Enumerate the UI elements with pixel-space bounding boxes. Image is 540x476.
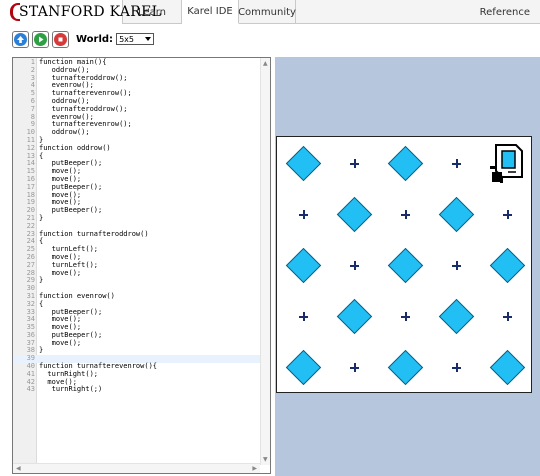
scroll-left-arrow-icon[interactable]: ◀: [16, 465, 21, 472]
world-cell: [482, 240, 533, 291]
tab-community[interactable]: Community: [238, 0, 296, 24]
corner-marker-icon: [401, 312, 410, 321]
code-text: function turnafteroddrow(): [39, 229, 149, 238]
corner-marker-icon: [350, 363, 359, 372]
corner-marker-icon: [503, 210, 512, 219]
up-button[interactable]: [12, 30, 29, 48]
play-icon: [34, 32, 47, 46]
beeper-icon: [285, 247, 322, 284]
scroll-right-arrow-icon[interactable]: ▶: [252, 465, 257, 472]
code-line[interactable]: 28 move();: [13, 268, 260, 278]
code-line[interactable]: 10 oddrow();: [13, 128, 260, 137]
code-text: move();: [39, 338, 82, 347]
tab-karel-ide[interactable]: Karel IDE: [182, 0, 239, 24]
code-text: oddrow();: [39, 128, 90, 137]
world-cell: [482, 342, 533, 393]
scroll-up-arrow-icon[interactable]: ▲: [263, 60, 268, 67]
beeper-icon: [336, 196, 373, 233]
beeper-icon: [438, 298, 475, 335]
reset-button[interactable]: [52, 30, 69, 48]
code-text: }: [39, 346, 44, 355]
code-line[interactable]: 23 function turnafteroddrow(): [13, 229, 260, 239]
code-lines[interactable]: 1 function main(){2 oddrow(); 3 turnaftero…: [13, 58, 260, 394]
beeper-icon: [387, 247, 424, 284]
world-cell: [482, 138, 533, 189]
corner-marker-icon: [452, 261, 461, 270]
code-line[interactable]: 12 function oddrow(): [13, 143, 260, 153]
world-cell: [329, 342, 380, 393]
top-navigation: STANFORD KAREL Learn Karel IDE Community…: [0, 0, 540, 24]
beeper-icon: [336, 298, 373, 335]
code-text: move();: [39, 268, 82, 277]
beeper-icon: [438, 196, 475, 233]
world-cell: [278, 240, 329, 291]
world-cell: [380, 189, 431, 240]
scroll-down-arrow-icon[interactable]: ▼: [263, 456, 268, 463]
horizontal-scrollbar[interactable]: ◀ ▶: [13, 463, 260, 473]
code-line[interactable]: 20 putBeeper();: [13, 206, 260, 215]
up-arrow-icon: [14, 32, 27, 46]
code-text: function oddrow(): [39, 143, 111, 152]
tab-learn[interactable]: Learn: [123, 0, 182, 24]
world-cell: [329, 189, 380, 240]
world-cell: [329, 240, 380, 291]
code-line[interactable]: 38}: [13, 347, 260, 355]
world-cell: [278, 189, 329, 240]
code-text: function evenrow(): [39, 291, 115, 300]
world-cell: [482, 291, 533, 342]
corner-marker-icon: [452, 159, 461, 168]
corner-marker-icon: [350, 261, 359, 270]
code-line[interactable]: 37 move();: [13, 338, 260, 348]
line-number: 43: [26, 385, 35, 394]
world-cell: [431, 291, 482, 342]
world-cell: [431, 138, 482, 189]
stanford-karel-logo[interactable]: STANFORD KAREL: [0, 0, 161, 24]
beeper-icon: [387, 349, 424, 386]
tab-reference[interactable]: Reference: [460, 0, 540, 24]
toolbar: World: 5x5: [12, 29, 155, 49]
corner-marker-icon: [299, 312, 308, 321]
world-cell: [380, 240, 431, 291]
world-cell: [278, 291, 329, 342]
code-line[interactable]: 31 function evenrow(): [13, 291, 260, 301]
world-cell: [482, 189, 533, 240]
corner-marker-icon: [401, 210, 410, 219]
world-cell: [329, 291, 380, 342]
corner-marker-icon: [299, 210, 308, 219]
code-text: turnRight(;): [39, 385, 103, 394]
world-select-value: 5x5: [119, 34, 134, 44]
world-cell: [380, 138, 431, 189]
world-cell: [278, 342, 329, 393]
beeper-icon: [387, 145, 424, 182]
stop-icon: [54, 32, 67, 46]
code-line[interactable]: 43 turnRight(;): [13, 386, 260, 394]
code-line[interactable]: 21}: [13, 213, 260, 223]
corner-marker-icon: [503, 312, 512, 321]
world-cell: [329, 138, 380, 189]
beeper-icon: [285, 145, 322, 182]
karel-world-grid: [276, 136, 532, 393]
code-line[interactable]: 29}: [13, 277, 260, 285]
world-cell: [431, 342, 482, 393]
world-cell: [278, 138, 329, 189]
beeper-icon: [285, 349, 322, 386]
vertical-scrollbar[interactable]: ▲ ▼: [260, 58, 270, 465]
corner-marker-icon: [452, 363, 461, 372]
chevron-down-icon: [145, 37, 152, 41]
world-cell: [380, 342, 431, 393]
run-button[interactable]: [32, 30, 49, 48]
corner-marker-icon: [350, 159, 359, 168]
beeper-icon: [489, 349, 526, 386]
code-text: }: [39, 276, 44, 285]
world-cell: [431, 189, 482, 240]
world-select[interactable]: 5x5: [116, 33, 155, 45]
world-cell: [431, 240, 482, 291]
code-text: putBeeper();: [39, 206, 103, 215]
world-label: World:: [76, 33, 114, 45]
code-text: }: [39, 213, 44, 222]
world-cell: [380, 291, 431, 342]
code-editor[interactable]: 1 function main(){2 oddrow(); 3 turnaftero…: [12, 57, 271, 474]
karel-robot-icon: [489, 143, 523, 183]
beeper-icon: [489, 247, 526, 284]
